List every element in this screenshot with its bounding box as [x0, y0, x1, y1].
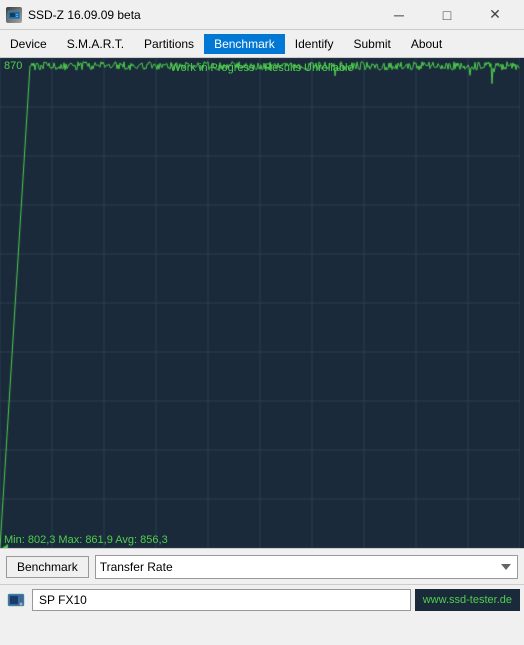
menu-item-smart[interactable]: S.M.A.R.T. — [57, 34, 134, 54]
app-icon — [6, 7, 22, 23]
title-controls: ─ □ ✕ — [376, 4, 518, 26]
website-label: www.ssd-tester.de — [415, 589, 520, 611]
menu-item-partitions[interactable]: Partitions — [134, 34, 204, 54]
menu-item-device[interactable]: Device — [0, 34, 57, 54]
menu-item-benchmark[interactable]: Benchmark — [204, 34, 285, 54]
chart-title: Work in Progress - Results Unreliable — [0, 60, 524, 76]
window-title: SSD-Z 16.09.09 beta — [28, 8, 141, 22]
bottom-controls: Benchmark Transfer RateRandom ReadRandom… — [0, 548, 524, 584]
transfer-type-dropdown[interactable]: Transfer RateRandom ReadRandom WriteSequ… — [95, 555, 518, 579]
menu-item-submit[interactable]: Submit — [343, 34, 400, 54]
title-bar-left: SSD-Z 16.09.09 beta — [6, 7, 141, 23]
maximize-button[interactable]: □ — [424, 4, 470, 26]
chart-stats: Min: 802,3 Max: 861,9 Avg: 856,3 — [4, 534, 168, 546]
menu-bar: DeviceS.M.A.R.T.PartitionsBenchmarkIdent… — [0, 30, 524, 58]
menu-item-identify[interactable]: Identify — [285, 34, 344, 54]
menu-item-about[interactable]: About — [401, 34, 452, 54]
drive-icon — [4, 588, 28, 612]
minimize-button[interactable]: ─ — [376, 4, 422, 26]
drive-name: SP FX10 — [32, 589, 411, 611]
benchmark-button[interactable]: Benchmark — [6, 556, 89, 578]
title-bar: SSD-Z 16.09.09 beta ─ □ ✕ — [0, 0, 524, 30]
chart-container: 870 Work in Progress - Results Unreliabl… — [0, 58, 524, 548]
close-button[interactable]: ✕ — [472, 4, 518, 26]
status-bar: SP FX10 www.ssd-tester.de — [0, 584, 524, 614]
